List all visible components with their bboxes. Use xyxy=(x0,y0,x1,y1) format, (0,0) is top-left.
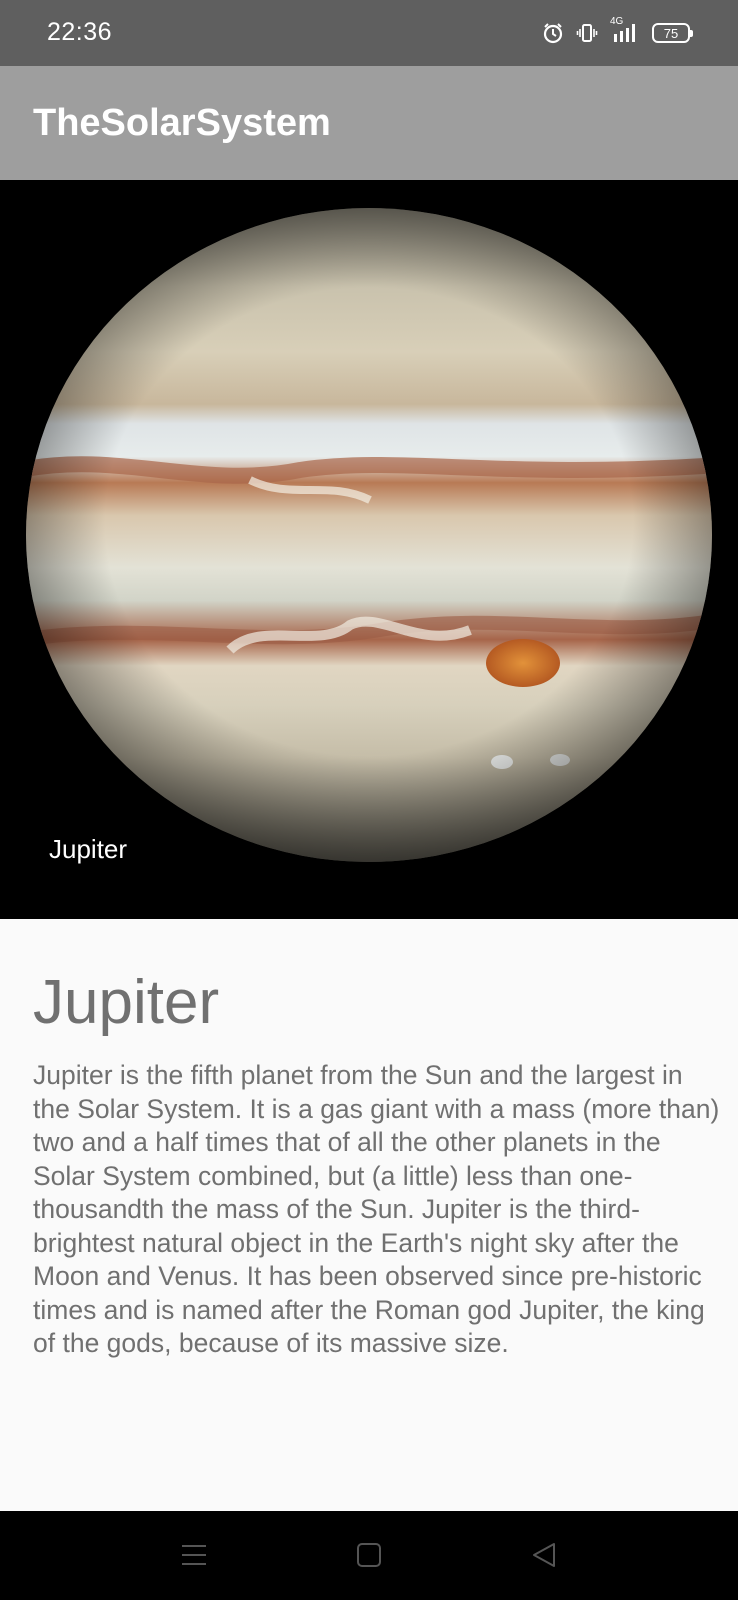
status-icons: 4G 75 xyxy=(542,16,693,46)
navigation-bar xyxy=(0,1511,738,1600)
network-label: 4G xyxy=(610,16,624,27)
image-caption: Jupiter xyxy=(49,834,128,864)
battery-icon: 75 xyxy=(652,23,693,43)
back-icon[interactable] xyxy=(530,1541,558,1574)
planet-name: Jupiter xyxy=(33,968,220,1037)
app-bar: TheSolarSystem xyxy=(0,66,738,180)
menu-icon[interactable] xyxy=(180,1541,208,1574)
vibrate-icon xyxy=(576,22,598,44)
status-bar: 22:36 4G 75 xyxy=(0,0,738,66)
planet-details: Jupiter Jupiter is the fifth planet from… xyxy=(0,919,738,1511)
alarm-icon xyxy=(542,22,564,44)
app-title: TheSolarSystem xyxy=(33,102,331,144)
status-time: 22:36 xyxy=(47,18,113,46)
screen: 22:36 4G 75 TheSolarSystem Jupiter Jupit… xyxy=(0,0,738,1600)
home-icon[interactable] xyxy=(355,1541,383,1574)
jupiter-planet-image xyxy=(26,208,712,862)
planet-description: Jupiter is the fifth planet from the Sun… xyxy=(33,1060,720,1358)
signal-icon: 4G xyxy=(610,16,640,44)
planet-image: Jupiter xyxy=(0,180,738,919)
